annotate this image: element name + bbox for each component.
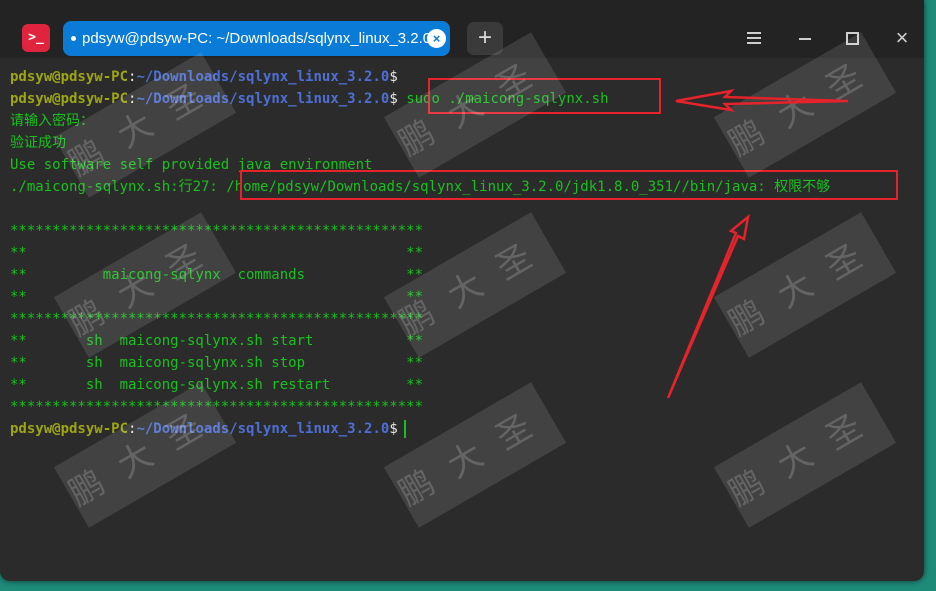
banner-line: ** sh maicong-sqlynx.sh stop ** (10, 355, 424, 371)
terminal-icon[interactable]: >_ (22, 24, 50, 52)
tab-indicator-dot (71, 36, 76, 41)
title-bar: >_ pdsyw@pdsyw-PC: ~/Downloads/sqlynx_li… (0, 0, 924, 58)
tab-active[interactable]: pdsyw@pdsyw-PC: ~/Downloads/sqlynx_linux… (63, 21, 450, 56)
banner-line: ** sh maicong-sqlynx.sh start ** (10, 333, 424, 349)
text-cursor (403, 420, 406, 438)
minimize-icon[interactable] (791, 24, 819, 52)
tab-close-icon[interactable]: × (427, 29, 446, 48)
close-icon[interactable]: × (888, 24, 916, 52)
tab-title: pdsyw@pdsyw-PC: ~/Downloads/sqlynx_linux… (82, 30, 432, 47)
hamburger-icon[interactable] (740, 24, 768, 52)
banner-line: ** sh maicong-sqlynx.sh restart ** (10, 377, 424, 393)
terminal-window: >_ pdsyw@pdsyw-PC: ~/Downloads/sqlynx_li… (0, 0, 924, 581)
error-highlight-box (240, 170, 898, 200)
